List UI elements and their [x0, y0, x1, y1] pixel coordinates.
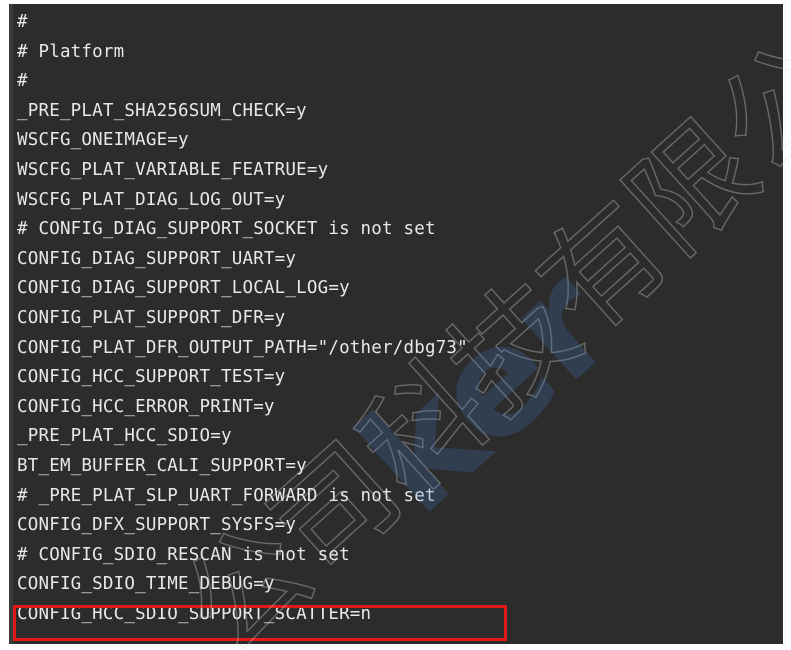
code-line: _PRE_PLAT_SHA256SUM_CHECK=y	[17, 100, 307, 121]
code-line: _PRE_PLAT_HCC_SDIO=y	[17, 426, 232, 447]
code-line: #	[17, 71, 28, 92]
code-line: #	[17, 12, 28, 32]
code-line: # Platform	[17, 41, 125, 62]
code-line: CONFIG_DIAG_SUPPORT_UART=y	[17, 248, 297, 269]
code-line-highlighted: CONFIG_HCC_SDIO_SUPPORT_SCATTER=n	[17, 603, 372, 624]
code-line: CONFIG_HCC_SUPPORT_TEST=y	[17, 367, 286, 388]
code-line: CONFIG_SDIO_TIME_DEBUG=y	[17, 574, 275, 595]
code-line: CONFIG_DIAG_SUPPORT_LOCAL_LOG=y	[17, 278, 350, 299]
code-line: BT_EM_BUFFER_CALI_SUPPORT=y	[17, 455, 307, 476]
code-line: # _PRE_PLAT_SLP_UART_FORWARD is not set	[17, 485, 436, 506]
code-line: CONFIG_DFX_SUPPORT_SYSFS=y	[17, 515, 297, 536]
code-editor[interactable]: # # Platform # _PRE_PLAT_SHA256SUM_CHECK…	[9, 4, 783, 644]
code-line: WSCFG_ONEIMAGE=y	[17, 130, 189, 151]
code-line: CONFIG_PLAT_DFR_OUTPUT_PATH="/other/dbg7…	[17, 337, 468, 358]
code-line: WSCFG_PLAT_VARIABLE_FEATRUE=y	[17, 159, 329, 180]
code-line: CONFIG_HCC_ERROR_PRINT=y	[17, 396, 275, 417]
code-line: # CONFIG_SDIO_RESCAN is not set	[17, 544, 350, 565]
code-lines: # # Platform # _PRE_PLAT_SHA256SUM_CHECK…	[17, 8, 468, 629]
editor-gutter	[9, 4, 13, 644]
code-line: # CONFIG_DIAG_SUPPORT_SOCKET is not set	[17, 219, 436, 240]
code-line: WSCFG_PLAT_DIAG_LOG_OUT=y	[17, 189, 286, 210]
code-line: CONFIG_PLAT_SUPPORT_DFR=y	[17, 307, 286, 328]
